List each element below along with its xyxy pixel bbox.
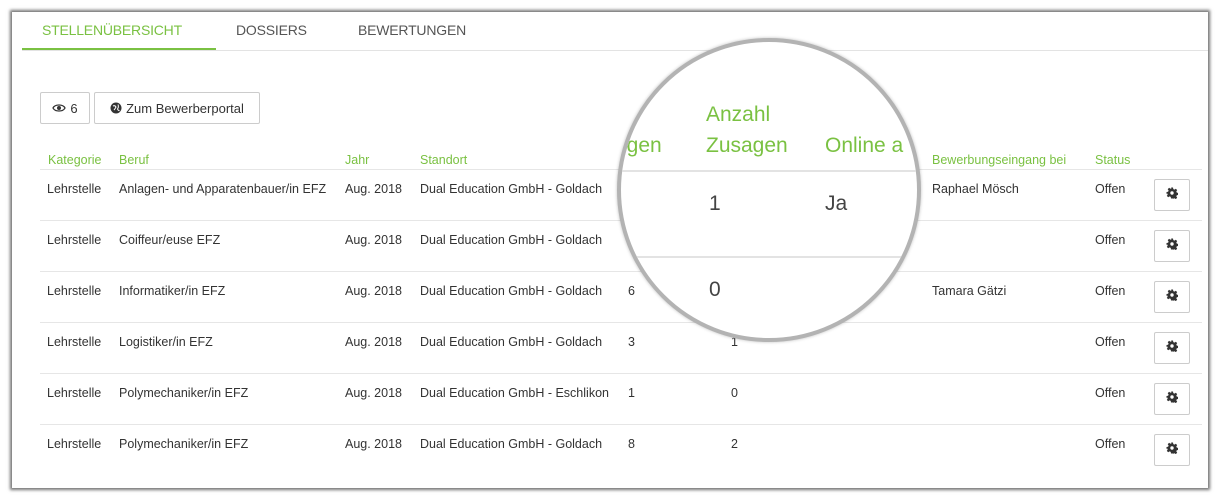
cell-beruf: Polymechaniker/in EFZ	[119, 386, 249, 400]
cell-status: Offen	[1095, 386, 1126, 400]
col-header-jahr[interactable]: Jahr	[345, 153, 369, 167]
magnified-header-online: Online a	[825, 134, 904, 157]
cell-jahr: Aug. 2018	[345, 182, 402, 196]
cell-bewerbungen: 6	[628, 284, 635, 298]
cell-bewerbungseingang: Tamara Gätzi	[932, 284, 1007, 298]
row-settings-button[interactable]	[1154, 230, 1190, 262]
cell-bewerbungen: 1	[628, 386, 635, 400]
cell-beruf: Logistiker/in EFZ	[119, 335, 213, 349]
tab-bewertungen[interactable]: BEWERTUNGEN	[358, 22, 466, 38]
view-count-label: 6	[70, 100, 78, 116]
row-settings-button[interactable]	[1154, 332, 1190, 364]
bewerberportal-label: Zum Bewerberportal	[126, 100, 244, 116]
magnified-row-divider	[621, 170, 917, 172]
cell-status: Offen	[1095, 284, 1126, 298]
cell-bewerbungen: 3	[628, 335, 635, 349]
table-row: Lehrstelle Logistiker/in EFZ Aug. 2018 Dual…	[40, 322, 1202, 374]
table-row: Lehrstelle Polymechaniker/in EFZ Aug. 2018…	[40, 373, 1202, 425]
eye-icon	[52, 103, 67, 113]
cell-status: Offen	[1095, 335, 1126, 349]
cell-beruf: Anlagen- und Apparatenbauer/in EFZ	[119, 182, 327, 196]
gear-icon	[1166, 186, 1179, 204]
cell-jahr: Aug. 2018	[345, 437, 402, 451]
magnified-header-partial: ngen	[617, 134, 662, 157]
active-tab-indicator	[22, 48, 216, 50]
col-header-status[interactable]: Status	[1095, 153, 1130, 167]
cell-kategorie: Lehrstelle	[47, 386, 102, 400]
gear-icon	[1166, 441, 1179, 459]
col-header-bewerbungseingang[interactable]: Bewerbungseingang bei	[932, 153, 1066, 167]
magnified-header-anzahl: Anzahl	[706, 103, 771, 126]
gear-icon	[1166, 390, 1179, 408]
cell-status: Offen	[1095, 233, 1126, 247]
row-settings-button[interactable]	[1154, 434, 1190, 466]
cell-zusagen: 0	[731, 386, 738, 400]
magnified-online-value: Ja	[825, 192, 848, 215]
cell-standort: Dual Education GmbH - Goldach	[420, 437, 603, 451]
col-header-kategorie[interactable]: Kategorie	[48, 153, 102, 167]
cell-jahr: Aug. 2018	[345, 335, 402, 349]
tab-stellenuebersicht[interactable]: STELLENÜBERSICHT	[42, 22, 182, 38]
cell-jahr: Aug. 2018	[345, 386, 402, 400]
magnifier-overlay: ngen Anzahl Zusagen Online a 1 Ja 0	[617, 38, 921, 342]
cell-kategorie: Lehrstelle	[47, 284, 102, 298]
row-settings-button[interactable]	[1154, 179, 1190, 211]
cell-bewerbungen: 8	[628, 437, 635, 451]
cell-beruf: Polymechaniker/in EFZ	[119, 437, 249, 451]
app-frame: STELLENÜBERSICHT DOSSIERS BEWERTUNGEN 6 …	[12, 12, 1208, 488]
col-header-beruf[interactable]: Beruf	[119, 153, 149, 167]
magnified-zusagen-value: 1	[709, 192, 721, 215]
gear-icon	[1166, 237, 1179, 255]
tab-bar: STELLENÜBERSICHT DOSSIERS BEWERTUNGEN	[22, 12, 1208, 51]
cell-kategorie: Lehrstelle	[47, 437, 102, 451]
cell-standort: Dual Education GmbH - Goldach	[420, 233, 603, 247]
cell-status: Offen	[1095, 182, 1126, 196]
magnified-zusagen-value: 0	[709, 278, 721, 301]
table-row: Lehrstelle Informatiker/in EFZ Aug. 2018 Du…	[40, 271, 1202, 323]
gear-icon	[1166, 288, 1179, 306]
cell-jahr: Aug. 2018	[345, 233, 402, 247]
cell-zusagen: 2	[731, 437, 738, 451]
cell-bewerbungseingang: Raphael Mösch	[932, 182, 1019, 196]
col-header-standort[interactable]: Standort	[420, 153, 467, 167]
magnified-header-zusagen: Zusagen	[706, 134, 788, 157]
table-row: Lehrstelle Polymechaniker/in EFZ Aug. 2018…	[40, 424, 1202, 476]
cell-kategorie: Lehrstelle	[47, 335, 102, 349]
cell-status: Offen	[1095, 437, 1126, 451]
cell-standort: Dual Education GmbH - Eschlikon	[420, 386, 609, 400]
row-settings-button[interactable]	[1154, 383, 1190, 415]
magnified-row-divider	[621, 256, 917, 258]
row-settings-button[interactable]	[1154, 281, 1190, 313]
gear-icon	[1166, 339, 1179, 357]
cell-beruf: Informatiker/in EFZ	[119, 284, 226, 298]
cell-kategorie: Lehrstelle	[47, 182, 102, 196]
view-count-button[interactable]: 6	[40, 92, 90, 124]
tab-dossiers[interactable]: DOSSIERS	[236, 22, 307, 38]
cell-beruf: Coiffeur/euse EFZ	[119, 233, 221, 247]
bewerberportal-button[interactable]: Zum Bewerberportal	[94, 92, 260, 124]
cell-kategorie: Lehrstelle	[47, 233, 102, 247]
cell-standort: Dual Education GmbH - Goldach	[420, 335, 603, 349]
cell-jahr: Aug. 2018	[345, 284, 402, 298]
cell-standort: Dual Education GmbH - Goldach	[420, 284, 603, 298]
globe-icon	[110, 102, 122, 114]
cell-standort: Dual Education GmbH - Goldach	[420, 182, 603, 196]
